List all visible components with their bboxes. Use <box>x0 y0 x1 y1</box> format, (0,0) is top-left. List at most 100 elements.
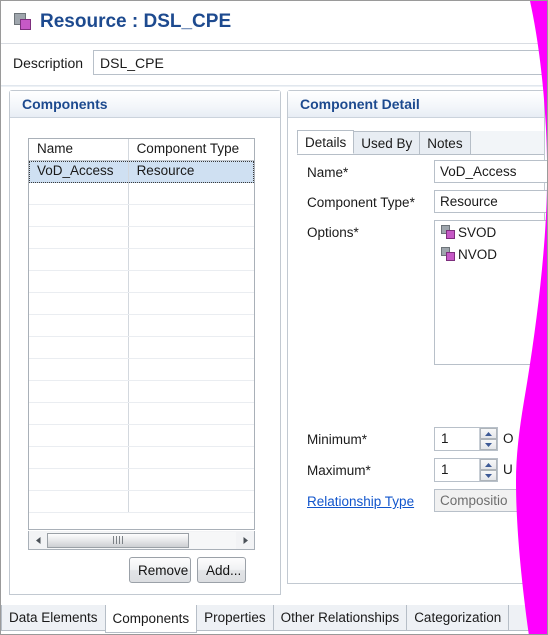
components-panel-title: Components <box>22 96 108 112</box>
remove-button[interactable]: Remove <box>129 557 191 583</box>
cell-name <box>29 337 129 358</box>
components-table[interactable]: Name Component Type VoD_Access Resource <box>28 138 255 530</box>
add-button[interactable]: Add... <box>197 557 246 583</box>
cell-name <box>29 425 129 446</box>
components-table-hscrollbar[interactable] <box>28 531 255 550</box>
cell-component-type <box>129 337 254 358</box>
options-label: Options* <box>307 225 359 240</box>
relationship-type-field[interactable] <box>434 489 547 512</box>
cell-component-type <box>129 315 254 336</box>
options-list[interactable]: SVOD NVOD <box>434 220 547 365</box>
component-detail-panel-title: Component Detail <box>300 96 420 112</box>
stepper-up-icon[interactable] <box>480 428 497 439</box>
table-row-empty[interactable] <box>29 381 254 403</box>
table-row-empty[interactable] <box>29 227 254 249</box>
scrollbar-thumb[interactable] <box>47 532 189 548</box>
maximum-stepper[interactable]: 1 <box>434 458 498 482</box>
table-row-empty[interactable] <box>29 293 254 315</box>
bottom-tabstrip: Data Elements Components Properties Othe… <box>1 605 547 634</box>
cell-component-type <box>129 249 254 270</box>
scrollbar-grip <box>113 536 123 544</box>
tab-notes[interactable]: Notes <box>419 131 471 154</box>
cell-component-type: Resource <box>136 163 195 178</box>
cell-name <box>29 491 129 512</box>
scroll-right-icon[interactable] <box>236 531 254 549</box>
table-row-empty[interactable] <box>29 249 254 271</box>
cell-component-type <box>129 205 254 226</box>
cell-component-type <box>129 403 254 424</box>
tab-other-relationships[interactable]: Other Relationships <box>272 605 408 631</box>
table-row-empty[interactable] <box>29 337 254 359</box>
cell-name <box>29 183 129 204</box>
cell-component-type <box>129 271 254 292</box>
name-field[interactable] <box>434 160 547 183</box>
table-row-empty[interactable] <box>29 359 254 381</box>
cell-name <box>29 403 129 424</box>
minimum-suffix: O <box>503 431 514 446</box>
components-panel: Components Name Component Type VoD_Acces… <box>9 90 281 595</box>
tab-components[interactable]: Components <box>104 605 198 633</box>
minimum-stepper-buttons[interactable] <box>479 428 497 450</box>
cell-name: VoD_Access <box>29 161 129 182</box>
tab-details[interactable]: Details <box>297 130 355 154</box>
component-icon <box>14 13 32 31</box>
description-label: Description <box>13 55 84 71</box>
component-detail-panel: Component Detail Details Used By Notes N… <box>287 90 547 584</box>
minimum-stepper[interactable]: 1 <box>434 427 498 451</box>
minimum-label: Minimum* <box>307 432 368 447</box>
component-type-field[interactable] <box>434 190 547 213</box>
cell-component-type <box>129 381 254 402</box>
band-separator <box>1 85 547 87</box>
tab-used-by[interactable]: Used By <box>353 131 421 154</box>
table-row-empty[interactable] <box>29 403 254 425</box>
scrollbar-track[interactable] <box>47 531 236 549</box>
tab-data-elements[interactable]: Data Elements <box>1 605 106 631</box>
table-row-empty[interactable] <box>29 271 254 293</box>
cell-name <box>29 293 129 314</box>
cell-name <box>29 381 129 402</box>
cell-name <box>29 271 129 292</box>
table-row-empty[interactable] <box>29 491 254 513</box>
column-header-component-type[interactable]: Component Type <box>128 139 254 160</box>
cell-component-type <box>129 491 254 512</box>
list-item[interactable]: NVOD <box>435 243 547 265</box>
stepper-up-icon[interactable] <box>480 459 497 470</box>
stepper-down-icon[interactable] <box>480 470 497 481</box>
cell-component-type <box>129 293 254 314</box>
table-row-empty[interactable] <box>29 205 254 227</box>
table-row[interactable]: VoD_Access Resource <box>29 161 254 183</box>
component-icon <box>441 225 455 239</box>
cell-name <box>29 359 129 380</box>
table-row-empty[interactable] <box>29 315 254 337</box>
table-row-empty[interactable] <box>29 425 254 447</box>
column-header-name[interactable]: Name <box>29 139 129 160</box>
cell-component-type <box>129 447 254 468</box>
tabstrip-filler <box>508 605 547 631</box>
application-window: Resource : DSL_CPE Description Component… <box>0 0 548 635</box>
table-row-empty[interactable] <box>29 447 254 469</box>
tab-categorization[interactable]: Categorization <box>406 605 510 631</box>
component-type-label: Component Type* <box>307 195 415 210</box>
table-row-empty[interactable] <box>29 469 254 491</box>
option-label: NVOD <box>458 246 498 262</box>
cell-name <box>29 469 129 490</box>
stepper-down-icon[interactable] <box>480 439 497 450</box>
description-input[interactable] <box>93 50 545 75</box>
minimum-value[interactable]: 1 <box>435 428 479 450</box>
table-row-empty[interactable] <box>29 183 254 205</box>
cell-name <box>29 315 129 336</box>
cell-component-type <box>129 227 254 248</box>
maximum-suffix: U <box>503 462 513 477</box>
maximum-stepper-buttons[interactable] <box>479 459 497 481</box>
maximum-value[interactable]: 1 <box>435 459 479 481</box>
component-icon <box>441 247 455 261</box>
cell-component-type <box>129 183 254 204</box>
cell-component-type <box>129 425 254 446</box>
option-label: SVOD <box>458 224 497 240</box>
scroll-left-icon[interactable] <box>29 531 47 549</box>
tab-properties[interactable]: Properties <box>196 605 274 631</box>
page-title-bar: Resource : DSL_CPE <box>1 1 547 43</box>
maximum-label: Maximum* <box>307 463 371 478</box>
relationship-type-link[interactable]: Relationship Type <box>307 494 414 509</box>
list-item[interactable]: SVOD <box>435 221 547 243</box>
